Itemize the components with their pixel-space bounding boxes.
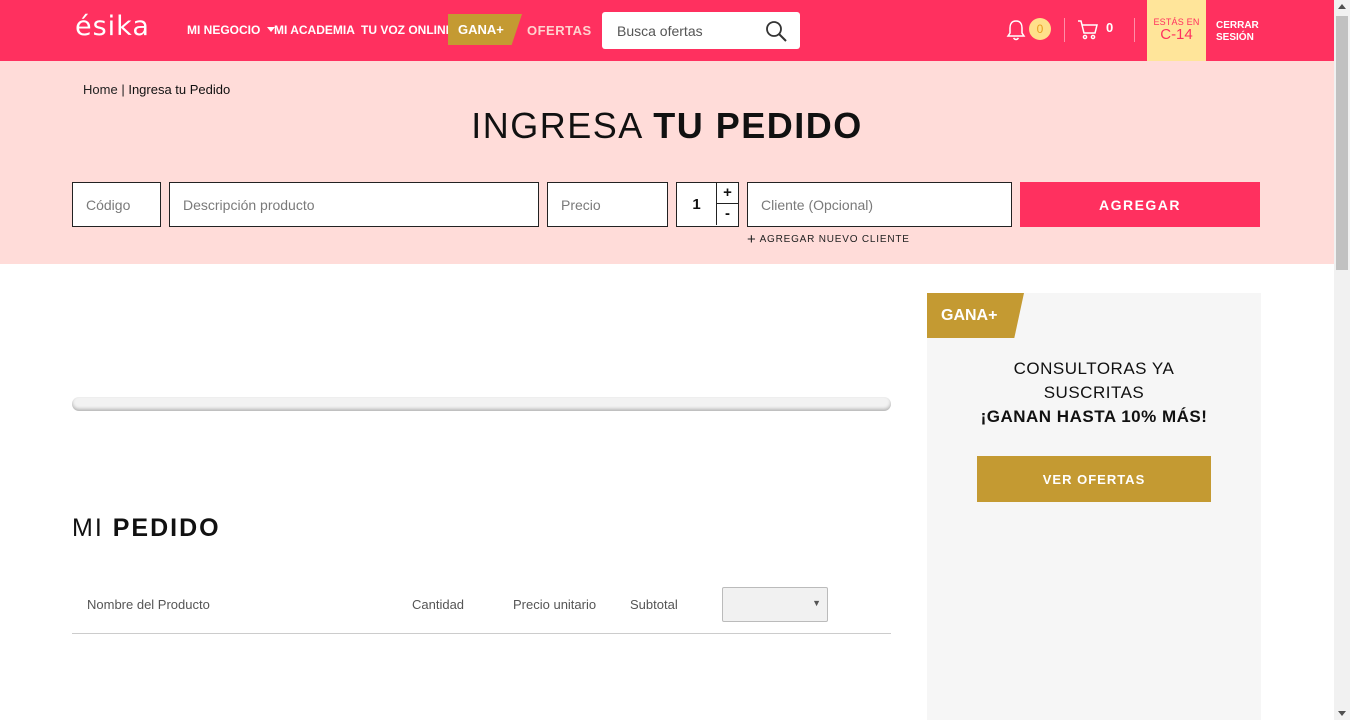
breadcrumb-current: Ingresa tu Pedido [128,82,231,97]
esika-logo[interactable]: ésika [75,9,150,45]
logout-label-line1: CERRAR [1216,20,1259,31]
my-order-title-bold: PEDIDO [112,514,221,542]
page-title-bold: TU PEDIDO [653,105,863,146]
order-entry-section: Home | Ingresa tu Pedido INGRESA TU PEDI… [0,61,1334,264]
my-order-title: MI PEDIDO [72,514,221,543]
nav-mi-academia[interactable]: MI ACADEMIA [274,0,355,61]
header-divider [1134,18,1135,42]
product-description-field[interactable] [169,182,539,227]
logout-label-line2: SESIÓN [1216,32,1254,43]
header-divider [1064,18,1065,42]
breadcrumb: Home | Ingresa tu Pedido [83,82,230,97]
plus-icon: + [747,231,757,248]
client-field[interactable] [747,182,1012,227]
chevron-down-icon: ▼ [812,598,821,608]
notification-count-badge[interactable]: 0 [1029,18,1051,40]
breadcrumb-separator: | [121,82,125,97]
nav-ofertas[interactable]: OFERTAS [527,0,592,61]
add-product-button[interactable]: AGREGAR [1020,182,1260,227]
nav-mi-negocio[interactable]: MI NEGOCIO [187,0,260,61]
search-box [602,12,800,49]
page-title: INGRESA TU PEDIDO [0,105,1334,147]
promo-text: CONSULTORAS YA SUSCRITAS ¡GANAN HASTA 10… [927,357,1261,429]
gana-plus-promo: GANA+ CONSULTORAS YA SUSCRITAS ¡GANAN HA… [927,293,1261,720]
cart-count[interactable]: 0 [1106,20,1113,35]
add-new-client-label: AGREGAR NUEVO CLIENTE [759,234,910,245]
order-filter-select[interactable]: ▼ [722,587,828,622]
column-unit-price: Precio unitario [513,597,597,612]
bell-icon[interactable] [1005,18,1027,42]
campaign-indicator: ESTÁS EN C-14 [1147,0,1206,61]
order-table-header: Nombre del Producto Cantidad Precio unit… [72,586,891,634]
order-progress-bar [72,397,891,411]
column-product-name: Nombre del Producto [87,597,210,612]
promo-line-3: ¡GANAN HASTA 10% MÁS! [980,407,1208,426]
campaign-value: C-14 [1160,26,1193,43]
top-header: ésika MI NEGOCIO MI ACADEMIA TU VOZ ONLI… [0,0,1334,61]
cart-icon[interactable] [1076,17,1100,41]
add-new-client-link[interactable]: + AGREGAR NUEVO CLIENTE [747,231,910,248]
breadcrumb-home[interactable]: Home [83,82,118,97]
view-offers-button[interactable]: VER OFERTAS [977,456,1211,502]
search-icon[interactable] [764,19,788,43]
promo-line-2: SUSCRITAS [1043,383,1145,402]
gana-plus-tag: GANA+ [927,293,1024,338]
logout-button[interactable]: CERRAR SESIÓN [1216,20,1266,44]
search-input[interactable] [602,12,762,49]
nav-tu-voz-online[interactable]: TU VOZ ONLINE [361,0,454,61]
quantity-stepper: 1 + - [676,182,739,227]
code-field[interactable] [72,182,161,227]
column-quantity: Cantidad [412,597,465,612]
page-scrollbar[interactable] [1334,0,1350,720]
scroll-up-arrow-icon[interactable] [1338,4,1346,9]
price-field[interactable] [547,182,668,227]
quantity-value[interactable]: 1 [677,183,716,226]
quantity-increase-button[interactable]: + [716,183,738,204]
my-order-title-light: MI [72,514,104,542]
column-subtotal: Subtotal [630,597,678,612]
nav-gana-plus[interactable]: GANA+ [448,14,522,45]
promo-line-1: CONSULTORAS YA [1013,359,1175,378]
page-title-light: INGRESA [471,105,642,146]
quantity-decrease-button[interactable]: - [716,204,738,225]
scrollbar-thumb[interactable] [1336,16,1348,270]
scroll-down-arrow-icon[interactable] [1338,711,1346,716]
